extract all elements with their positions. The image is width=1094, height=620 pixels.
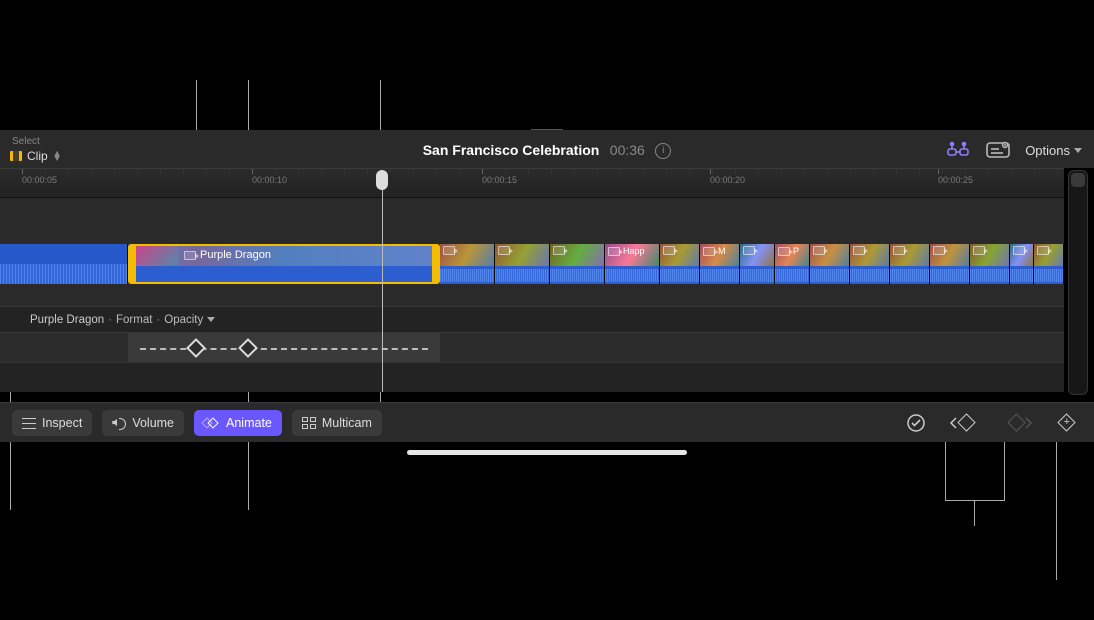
callout-line — [974, 500, 975, 526]
video-icon — [853, 246, 865, 255]
clip[interactable] — [930, 244, 970, 284]
clip[interactable] — [550, 244, 605, 284]
volume-icon — [112, 417, 126, 429]
clip-selector[interactable]: Clip ▲▼ — [10, 149, 62, 163]
video-icon — [1013, 246, 1025, 255]
bottom-toolbar: Inspect Volume Animate Multicam — [0, 402, 1094, 442]
clip[interactable] — [740, 244, 775, 284]
lane-category-menu[interactable]: Format — [116, 314, 152, 326]
chevron-down-icon — [1074, 148, 1082, 153]
ruler-label: 00:00:05 — [22, 175, 57, 185]
next-keyframe-button — [1006, 413, 1026, 433]
animate-button[interactable]: Animate — [194, 410, 282, 436]
video-icon — [778, 247, 790, 256]
ruler-ticks — [0, 169, 1064, 173]
callout-line — [945, 500, 1005, 501]
video-icon — [1037, 246, 1049, 255]
clip[interactable] — [495, 244, 550, 284]
clip[interactable] — [0, 244, 128, 284]
options-label: Options — [1025, 143, 1070, 158]
timeline-header — [0, 130, 1094, 168]
multicam-icon — [302, 417, 316, 429]
video-icon — [608, 247, 620, 256]
clip[interactable]: P — [775, 244, 810, 284]
playhead-handle[interactable] — [376, 170, 388, 190]
clip[interactable] — [970, 244, 1010, 284]
sliders-icon — [22, 417, 36, 429]
clip-selector-label: Clip — [27, 149, 48, 163]
updown-icon: ▲▼ — [53, 151, 62, 161]
video-icon — [184, 251, 196, 260]
keyframe-lane[interactable] — [0, 332, 1064, 362]
add-keyframe-button[interactable] — [1056, 413, 1076, 433]
clip-name: P — [793, 246, 799, 256]
solo-button[interactable] — [906, 413, 926, 433]
clip[interactable] — [890, 244, 930, 284]
callout-line — [945, 440, 946, 500]
crumb-sep: · — [156, 314, 160, 326]
primary-storyline[interactable]: Purple Dragon Happ M P — [0, 244, 1064, 284]
time-ruler[interactable]: 00:00:05 00:00:10 00:00:15 00:00:20 00:0… — [0, 168, 1064, 198]
clip[interactable]: M — [700, 244, 740, 284]
crumb-sep: · — [108, 314, 112, 326]
clip[interactable] — [1010, 244, 1034, 284]
clip-name: Happ — [623, 246, 645, 256]
keyframe-lane-header: Purple Dragon · Format · Opacity — [0, 306, 1064, 332]
keyframe-region — [128, 333, 440, 362]
video-icon — [498, 246, 510, 255]
selected-clip[interactable]: Purple Dragon — [128, 244, 440, 284]
video-icon — [743, 246, 755, 255]
clip-name: Purple Dragon — [200, 249, 271, 261]
clip[interactable] — [660, 244, 700, 284]
keyframe[interactable] — [238, 338, 258, 358]
ruler-label: 00:00:20 — [710, 175, 745, 185]
connected-clips-icon[interactable] — [945, 140, 971, 160]
clip-icon — [10, 151, 22, 161]
home-indicator — [407, 450, 687, 455]
clip-trim-end[interactable] — [432, 246, 438, 282]
callout-line — [1056, 440, 1057, 580]
inspect-button[interactable]: Inspect — [12, 410, 92, 436]
multicam-button[interactable]: Multicam — [292, 410, 382, 436]
clip[interactable] — [1034, 244, 1064, 284]
lane-clip-name: Purple Dragon — [30, 314, 104, 326]
options-menu[interactable]: Options — [1025, 143, 1082, 158]
video-icon — [443, 246, 455, 255]
video-icon — [663, 246, 675, 255]
clip[interactable]: Happ — [605, 244, 660, 284]
clip[interactable] — [810, 244, 850, 284]
video-icon — [893, 246, 905, 255]
keyframe-curve[interactable] — [140, 348, 428, 350]
ruler-label: 00:00:10 — [252, 175, 287, 185]
captions-icon[interactable] — [985, 140, 1011, 160]
ruler-label: 00:00:25 — [938, 175, 973, 185]
lane-spacer — [0, 362, 1064, 392]
timeline-scrollbar[interactable] — [1068, 170, 1088, 395]
keyframe[interactable] — [186, 338, 206, 358]
clip-name: M — [718, 246, 726, 256]
info-icon[interactable]: i — [655, 143, 671, 159]
lane-parameter-menu[interactable]: Opacity — [164, 314, 215, 326]
ruler-label: 00:00:15 — [482, 175, 517, 185]
volume-button[interactable]: Volume — [102, 410, 184, 436]
video-icon — [933, 246, 945, 255]
callout-line — [1004, 440, 1005, 500]
clip[interactable] — [440, 244, 495, 284]
video-icon — [703, 247, 715, 256]
animate-icon — [204, 417, 220, 429]
scrollbar-thumb[interactable] — [1071, 173, 1085, 187]
prev-keyframe-button[interactable] — [956, 413, 976, 433]
video-icon — [973, 246, 985, 255]
clip[interactable] — [850, 244, 890, 284]
chevron-down-icon — [207, 317, 215, 322]
video-icon — [813, 246, 825, 255]
select-label: Select — [12, 136, 40, 147]
video-icon — [553, 246, 565, 255]
